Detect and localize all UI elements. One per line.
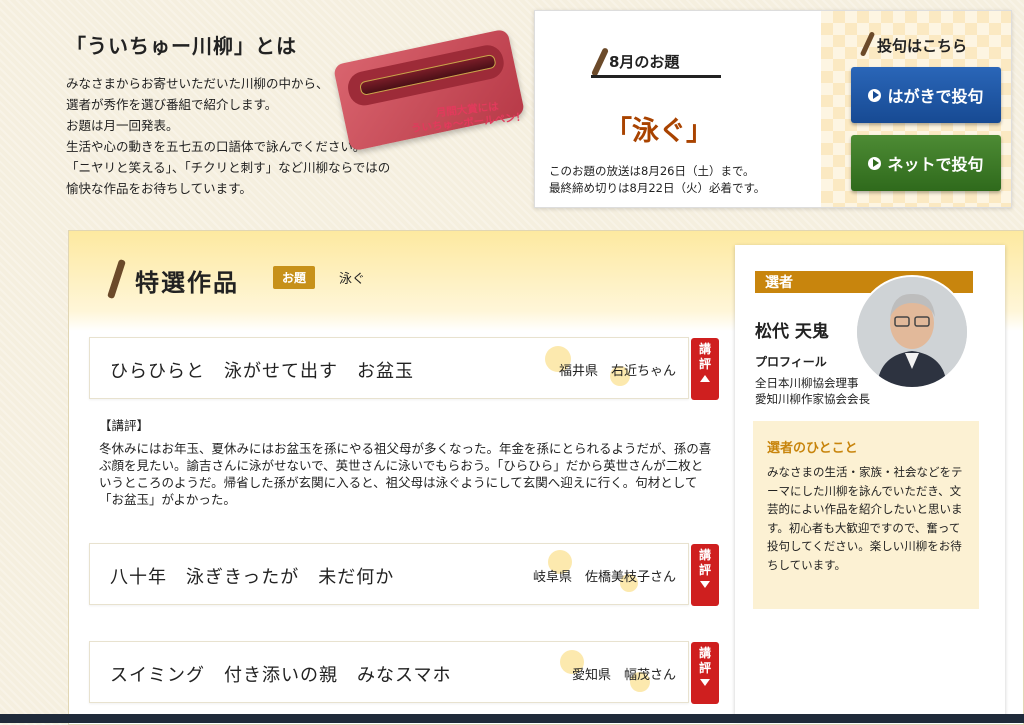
review-toggle-button[interactable]: 講 評 <box>691 338 719 400</box>
submit-label: 投句はこちら <box>877 37 968 55</box>
review-toggle-label: 講 <box>698 342 711 356</box>
theme-month-label: 8月のお題 <box>609 53 680 71</box>
judge-comment-text: みなさまの生活・家族・社会などをテーマにした川柳を詠んでいただき、文芸的によい作… <box>767 465 963 572</box>
entry-card: ひらひらと 泳がせて出す お盆玉 福井県 右近ちゃん <box>89 337 689 399</box>
judge-name: 松代 天鬼 <box>755 322 829 342</box>
net-submit-label: ネットで投句 <box>887 155 984 174</box>
postcard-submit-button[interactable]: はがきで投句 <box>851 67 1001 123</box>
topic-value: 泳ぐ <box>339 272 366 287</box>
featured-title: 特選作品 <box>135 268 239 297</box>
caret-up-icon <box>700 375 710 382</box>
judge-card: 選者 松代 天鬼 プロフィール 全日本川柳協会理事 愛知川柳作家協会会長 選者の… <box>735 245 1005 720</box>
taskbar <box>0 714 1024 723</box>
intro-line: 「ニヤリと笑える」、「チクリと刺す」など川柳ならではの <box>66 160 391 175</box>
entry-card: スイミング 付き添いの親 みなスマホ 愛知県 幅茂さん <box>89 641 689 703</box>
review-label: 【講評】 <box>99 418 150 433</box>
review-toggle-label: 評 <box>698 357 711 371</box>
theme-panel: 8月のお題 「泳ぐ」 このお題の放送は8月26日（土）まで。 最終締め切りは8月… <box>534 10 1012 208</box>
intro-line: 生活や心の動きを五七五の口語体で詠んでください。 <box>66 139 366 154</box>
judge-role: 愛知川柳作家協会会長 <box>755 392 870 406</box>
postcard-submit-label: はがきで投句 <box>887 87 984 106</box>
caret-down-icon <box>700 581 710 588</box>
review-toggle-button[interactable]: 講 評 <box>691 642 719 704</box>
deadline-line: このお題の放送は8月26日（土）まで。 <box>549 164 755 178</box>
theme-deadline: このお題の放送は8月26日（土）まで。 最終締め切りは8月22日（火）必着です。 <box>549 163 765 197</box>
entry-author: 福井県 右近ちゃん <box>558 364 676 379</box>
review-section: 【講評】 冬休みにはお年玉、夏休みにはお盆玉を孫にやる祖父母が多くなった。年金を… <box>99 417 715 508</box>
divider <box>591 75 721 78</box>
brush-icon <box>590 47 610 77</box>
deadline-line: 最終締め切りは8月22日（火）必着です。 <box>549 181 766 195</box>
featured-section: 特選作品 お題 泳ぐ ひらひらと 泳がせて出す お盆玉 福井県 右近ちゃん 講 … <box>68 230 1024 725</box>
play-icon <box>868 156 882 170</box>
entry-author: 愛知県 幅茂さん <box>571 668 676 683</box>
net-submit-button[interactable]: ネットで投句 <box>851 135 1001 191</box>
entry-card: 八十年 泳ぎきったが 未だ何か 岐阜県 佐橋美枝子さん <box>89 543 689 605</box>
intro-line: 愉快な作品をお待ちしています。 <box>66 181 252 196</box>
judge-avatar <box>855 275 969 389</box>
review-text: 冬休みにはお年玉、夏休みにはお盆玉を孫にやる祖父母が多くなった。年金を孫にとられ… <box>99 441 712 507</box>
review-toggle-label: 講 <box>698 646 711 660</box>
judge-roles: 全日本川柳協会理事 愛知川柳作家協会会長 <box>755 375 870 407</box>
topic-badge: お題 <box>273 266 316 289</box>
entry-poem: スイミング 付き添いの親 みなスマホ <box>110 665 452 686</box>
entry-author: 岐阜県 佐橋美枝子さん <box>532 570 676 585</box>
profile-label: プロフィール <box>755 355 827 369</box>
review-toggle-label: 講 <box>698 548 711 562</box>
review-toggle-button[interactable]: 講 評 <box>691 544 719 606</box>
judge-comment-box: 選者のひとこと みなさまの生活・家族・社会などをテーマにした川柳を詠んでいただき… <box>753 421 979 609</box>
caret-down-icon <box>700 679 710 686</box>
review-toggle-label: 評 <box>698 661 711 675</box>
play-icon <box>868 88 882 102</box>
judge-role: 全日本川柳協会理事 <box>755 376 859 390</box>
judge-label: 選者 <box>765 275 793 291</box>
judge-comment-label: 選者のひとこと <box>767 441 858 456</box>
entry-poem: 八十年 泳ぎきったが 未だ何か <box>110 567 395 588</box>
theme-title: 「泳ぐ」 <box>605 116 713 147</box>
review-toggle-label: 評 <box>698 563 711 577</box>
entry-poem: ひらひらと 泳がせて出す お盆玉 <box>110 361 414 382</box>
